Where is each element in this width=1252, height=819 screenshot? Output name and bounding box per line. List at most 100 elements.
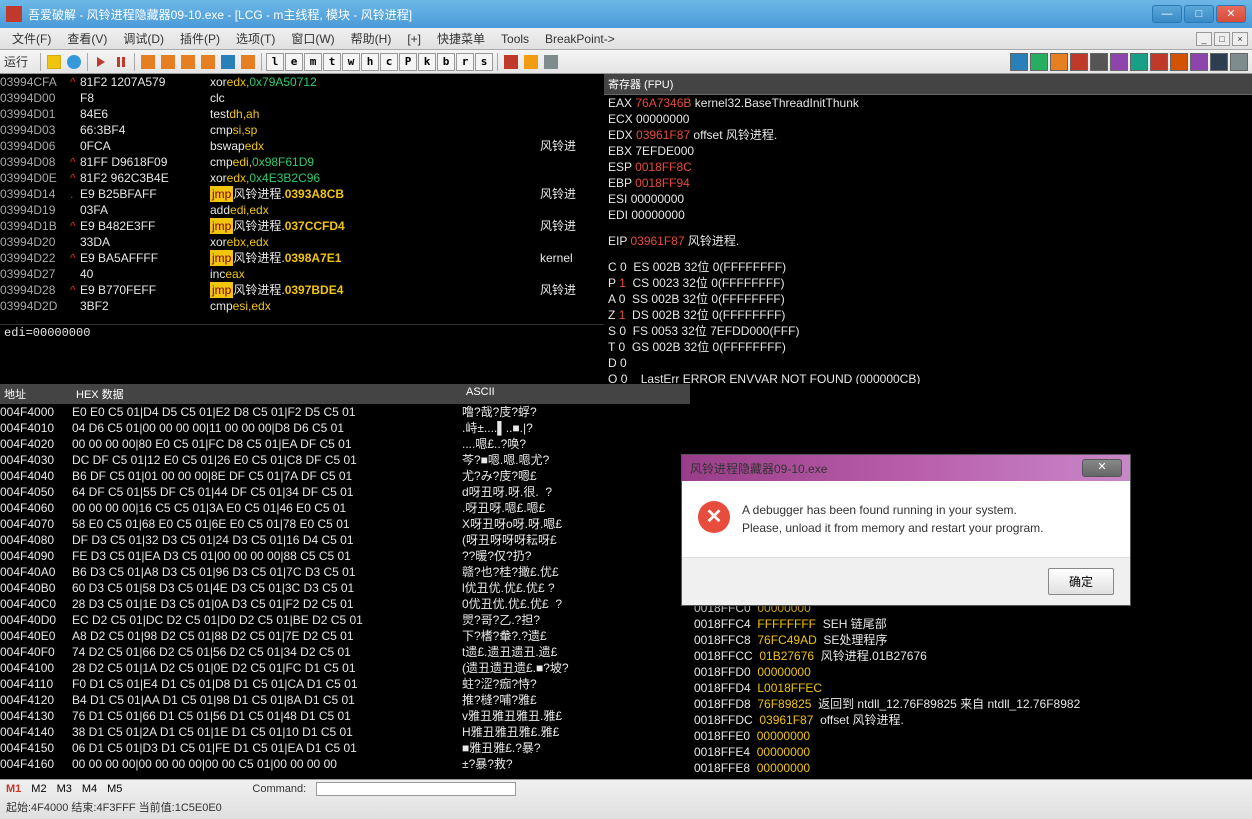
hex-row[interactable]: 004F410028 D2 C5 01|1A D2 C5 01|0E D2 C5… xyxy=(0,660,690,676)
letter-m-button[interactable]: m xyxy=(304,53,322,71)
right-icon-10[interactable] xyxy=(1210,53,1228,71)
right-icon-5[interactable] xyxy=(1110,53,1128,71)
letter-c-button[interactable]: c xyxy=(380,53,398,71)
right-icon-11[interactable] xyxy=(1230,53,1248,71)
flag-O[interactable]: O 0 LastErr ERROR ENVVAR NOT FOUND (0000… xyxy=(604,371,1252,384)
mdi-close[interactable]: × xyxy=(1232,32,1248,46)
hex-row[interactable]: 004F4000E0 E0 C5 01|D4 D5 C5 01|E2 D8 C5… xyxy=(0,404,690,420)
flag-A[interactable]: A 0 SS 002B 32位 0(FFFFFFFF) xyxy=(604,291,1252,307)
hex-row[interactable]: 004F401004 D6 C5 01|00 00 00 00|11 00 00… xyxy=(0,420,690,436)
register-EAX[interactable]: EAX 76A7346B kernel32.BaseThreadInitThun… xyxy=(604,95,1252,111)
maximize-button[interactable]: □ xyxy=(1184,5,1214,23)
minimize-button[interactable]: — xyxy=(1152,5,1182,23)
menu-file[interactable]: 文件(F) xyxy=(4,30,59,47)
stack-row[interactable]: 0018FFE4 00000000 xyxy=(690,744,1252,760)
marker-m2[interactable]: M2 xyxy=(31,783,46,795)
right-icon-2[interactable] xyxy=(1050,53,1068,71)
stack-row[interactable]: 0018FFE0 00000000 xyxy=(690,728,1252,744)
menu-quick[interactable]: 快捷菜单 xyxy=(429,30,493,47)
register-ESI[interactable]: ESI 00000000 xyxy=(604,191,1252,207)
disasm-row[interactable]: 03994CFA^81F2 1207A579xor edx,0x79A50712 xyxy=(0,74,604,90)
letter-t-button[interactable]: t xyxy=(323,53,341,71)
disasm-row[interactable]: 03994D0184E6test dh,ah xyxy=(0,106,604,122)
disasm-row[interactable]: 03994D00F8clc xyxy=(0,90,604,106)
hex-row[interactable]: 004F40E0A8 D2 C5 01|98 D2 C5 01|88 D2 C5… xyxy=(0,628,690,644)
hex-row[interactable]: 004F416000 00 00 00|00 00 00 00|00 00 C5… xyxy=(0,756,690,772)
disasm-row[interactable]: 03994D2033DAxor ebx,edx xyxy=(0,234,604,250)
stack-row[interactable]: 0018FFD0 00000000 xyxy=(690,664,1252,680)
menu-plus[interactable]: [+] xyxy=(399,32,429,46)
hex-row[interactable]: 004F407058 E0 C5 01|68 E0 C5 01|6E E0 C5… xyxy=(0,516,690,532)
right-icon-6[interactable] xyxy=(1130,53,1148,71)
hex-row[interactable]: 004F40C028 D3 C5 01|1E D3 C5 01|0A D3 C5… xyxy=(0,596,690,612)
dialog-titlebar[interactable]: 风铃进程隐藏器09-10.exe ✕ xyxy=(682,455,1130,481)
hexdump-pane[interactable]: 地址 HEX 数据 ASCII 004F4000E0 E0 C5 01|D4 D… xyxy=(0,384,690,798)
letter-e-button[interactable]: e xyxy=(285,53,303,71)
disasm-row[interactable]: 03994D28^E9 B770FEFFjmp 风铃进程.0397BDE4 xyxy=(0,282,604,298)
hex-row[interactable]: 004F4040B6 DF C5 01|01 00 00 00|8E DF C5… xyxy=(0,468,690,484)
letter-r-button[interactable]: r xyxy=(456,53,474,71)
extra1-button[interactable] xyxy=(502,53,520,71)
flag-D[interactable]: D 0 xyxy=(604,355,1252,371)
hex-row[interactable]: 004F414038 D1 C5 01|2A D1 C5 01|1E D1 C5… xyxy=(0,724,690,740)
stack-row[interactable]: 0018FFD4 L0018FFEC xyxy=(690,680,1252,696)
extra2-button[interactable] xyxy=(522,53,540,71)
hex-row[interactable]: 004F4030DC DF C5 01|12 E0 C5 01|26 E0 C5… xyxy=(0,452,690,468)
right-icon-0[interactable] xyxy=(1010,53,1028,71)
open-button[interactable] xyxy=(45,53,63,71)
hex-row[interactable]: 004F40B060 D3 C5 01|58 D3 C5 01|4E D3 C5… xyxy=(0,580,690,596)
hex-row[interactable]: 004F4080DF D3 C5 01|32 D3 C5 01|24 D3 C5… xyxy=(0,532,690,548)
hex-row[interactable]: 004F4120B4 D1 C5 01|AA D1 C5 01|98 D1 C5… xyxy=(0,692,690,708)
marker-m1[interactable]: M1 xyxy=(6,783,21,795)
menu-window[interactable]: 窗口(W) xyxy=(283,30,342,47)
marker-m5[interactable]: M5 xyxy=(107,783,122,795)
hex-row[interactable]: 004F4110F0 D1 C5 01|E4 D1 C5 01|D8 D1 C5… xyxy=(0,676,690,692)
registers-pane[interactable]: 寄存器 (FPU) EAX 76A7346B kernel32.BaseThre… xyxy=(604,74,1252,384)
extra3-button[interactable] xyxy=(542,53,560,71)
flag-P[interactable]: P 1 CS 0023 32位 0(FFFFFFFF) xyxy=(604,275,1252,291)
right-icon-4[interactable] xyxy=(1090,53,1108,71)
hex-row[interactable]: 004F413076 D1 C5 01|66 D1 C5 01|56 D1 C5… xyxy=(0,708,690,724)
flag-S[interactable]: S 0 FS 0053 32位 7EFDD000(FFF) xyxy=(604,323,1252,339)
marker-m4[interactable]: M4 xyxy=(82,783,97,795)
letter-P-button[interactable]: P xyxy=(399,53,417,71)
disasm-row[interactable]: 03994D08^81FF D9618F09cmp edi,0x98F61D9 xyxy=(0,154,604,170)
step2-button[interactable] xyxy=(159,53,177,71)
mdi-minimize[interactable]: _ xyxy=(1196,32,1212,46)
command-input[interactable] xyxy=(316,782,516,796)
right-icon-9[interactable] xyxy=(1190,53,1208,71)
disasm-row[interactable]: 03994D22^E9 BA5AFFFFjmp 风铃进程.0398A7E1 xyxy=(0,250,604,266)
stack-row[interactable]: 0018FFC4 FFFFFFFF SEH 链尾部 xyxy=(690,616,1252,632)
hex-row[interactable]: 004F4090FE D3 C5 01|EA D3 C5 01|00 00 00… xyxy=(0,548,690,564)
hex-row[interactable]: 004F40D0EC D2 C5 01|DC D2 C5 01|D0 D2 C5… xyxy=(0,612,690,628)
hex-row[interactable]: 004F405064 DF C5 01|55 DF C5 01|44 DF C5… xyxy=(0,484,690,500)
menu-help[interactable]: 帮助(H) xyxy=(343,30,400,47)
hex-row[interactable]: 004F415006 D1 C5 01|D3 D1 C5 01|FE D1 C5… xyxy=(0,740,690,756)
stack-row[interactable]: 0018FFCC 01B27676 风铃进程.01B27676 xyxy=(690,648,1252,664)
menu-breakpoint[interactable]: BreakPoint-> xyxy=(537,32,623,46)
disasm-row[interactable]: 03994D0366:3BF4cmp si,sp xyxy=(0,122,604,138)
flag-C[interactable]: C 0 ES 002B 32位 0(FFFFFFFF) xyxy=(604,259,1252,275)
menu-tools[interactable]: Tools xyxy=(493,32,537,46)
step6-button[interactable] xyxy=(239,53,257,71)
hex-row[interactable]: 004F40A0B6 D3 C5 01|A8 D3 C5 01|96 D3 C5… xyxy=(0,564,690,580)
stack-row[interactable]: 0018FFE8 00000000 xyxy=(690,760,1252,776)
right-icon-1[interactable] xyxy=(1030,53,1048,71)
disasm-row[interactable]: 03994D0E^81F2 962C3B4Exor edx,0x4E3B2C96 xyxy=(0,170,604,186)
menu-options[interactable]: 选项(T) xyxy=(228,30,283,47)
hex-row[interactable]: 004F40F074 D2 C5 01|66 D2 C5 01|56 D2 C5… xyxy=(0,644,690,660)
disassembly-pane[interactable]: 03994CFA^81F2 1207A579xor edx,0x79A50712… xyxy=(0,74,604,324)
letter-h-button[interactable]: h xyxy=(361,53,379,71)
hex-row[interactable]: 004F402000 00 00 00|80 E0 C5 01|FC D8 C5… xyxy=(0,436,690,452)
register-EDX[interactable]: EDX 03961F87 offset 风铃进程. xyxy=(604,127,1252,143)
right-icon-7[interactable] xyxy=(1150,53,1168,71)
hex-row[interactable]: 004F406000 00 00 00|16 C5 C5 01|3A E0 C5… xyxy=(0,500,690,516)
register-EBX[interactable]: EBX 7EFDE000 xyxy=(604,143,1252,159)
flag-Z[interactable]: Z 1 DS 002B 32位 0(FFFFFFFF) xyxy=(604,307,1252,323)
step4-button[interactable] xyxy=(199,53,217,71)
register-EBP[interactable]: EBP 0018FF94 xyxy=(604,175,1252,191)
step1-button[interactable] xyxy=(139,53,157,71)
step5-button[interactable] xyxy=(219,53,237,71)
disasm-row[interactable]: 03994D1903FAadd edi,edx xyxy=(0,202,604,218)
mdi-restore[interactable]: □ xyxy=(1214,32,1230,46)
